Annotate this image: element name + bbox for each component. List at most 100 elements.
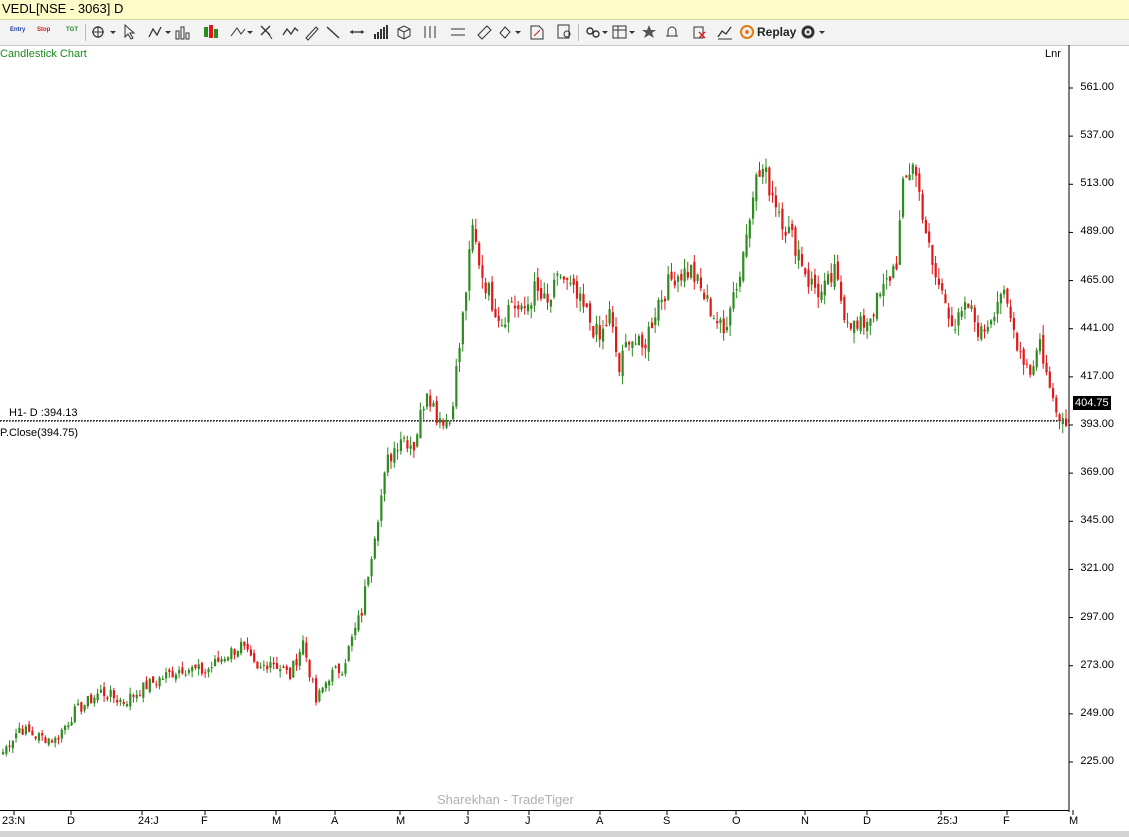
candle-body [448,422,451,424]
candle-body [474,229,478,242]
candle-body [178,670,181,674]
candle-body [703,292,706,300]
candle-body [967,303,970,308]
candle-body [148,679,151,692]
candlestick-plot-area[interactable] [0,0,1129,837]
candle-body [915,166,918,176]
candle-body [771,192,774,196]
candle-body [396,450,399,452]
candle-body [318,690,321,702]
candle-body [976,322,980,337]
candle-body [390,454,393,462]
candle-body [191,666,194,672]
candle-body [543,293,546,299]
candle-body [429,395,432,407]
candle-body [624,341,628,348]
time-tick-label: M [1069,815,1079,827]
candle-body [533,281,536,306]
candle-body [142,682,145,698]
candle-body [582,294,585,307]
candle-body [804,268,807,275]
time-tick-label: F [201,815,208,827]
candle-body [288,667,292,679]
price-tick-label: 417.00 [1080,369,1114,382]
candle-body [494,308,497,318]
candle-body [432,403,435,407]
candle-body [507,305,510,323]
candle-body [540,288,543,299]
candle-body [1022,349,1025,365]
candle-body [425,393,429,407]
candle-body [341,674,344,676]
candle-body [673,280,676,286]
candle-body [826,274,830,285]
candle-body [980,326,983,340]
candle-body [1029,365,1032,375]
candle-body [709,298,712,316]
price-tick-label: 249.00 [1080,706,1114,719]
candle-body [93,697,96,704]
candle-body [412,442,416,451]
candle-body [696,274,699,281]
candle-body [50,740,54,743]
candle-body [856,320,859,329]
candle-body [161,678,164,680]
candle-body [813,274,817,288]
candle-body [699,277,702,289]
candle-body [716,320,719,324]
candle-body [680,273,683,281]
candle-body [719,319,722,324]
candle-body [370,559,373,577]
candle-body [866,321,869,332]
price-tick-label: 321.00 [1080,562,1114,575]
candle-body [934,263,937,278]
candle-body [57,738,60,740]
candle-body [706,295,709,299]
candle-body [24,726,28,734]
candle-body [103,687,106,697]
candle-body [735,289,738,291]
candle-body [843,296,846,321]
candle-body [644,344,647,349]
time-tick-label: M [272,815,282,827]
candle-body [83,705,86,711]
candle-body [210,667,213,669]
price-tick-label: 561.00 [1080,81,1114,93]
candle-body [132,695,135,697]
candle-body [484,282,487,294]
candle-body [960,310,963,317]
candle-body [807,269,810,287]
time-tick-label: D [863,815,871,827]
candle-body [520,305,523,310]
candle-body [523,306,526,309]
candle-body [921,193,924,220]
candle-body [791,223,794,230]
candle-body [758,170,761,177]
candle-body [862,315,866,328]
candle-body [230,648,233,660]
candle-body [135,694,138,699]
time-tick-label: 23:N [2,815,26,827]
candle-body [1019,351,1022,353]
candle-body [853,320,856,333]
candle-body [249,649,253,656]
candle-body [990,320,993,325]
candle-body [650,322,654,329]
candle-body [784,231,787,236]
candle-body [611,312,614,328]
candle-body [647,326,650,352]
candle-body [18,727,21,734]
candle-body [337,663,341,673]
candle-body [954,329,957,331]
candle-body [158,677,161,687]
candle-body [1061,418,1064,425]
price-tick-label: 441.00 [1080,321,1114,334]
candle-body [200,662,204,674]
candle-body [461,312,464,345]
candle-body [983,329,986,332]
candle-body [572,278,575,286]
candle-body [259,666,262,668]
candle-body [553,279,556,298]
previous-close-label: P.Close(394.75) [0,427,79,439]
candle-body [931,244,934,265]
